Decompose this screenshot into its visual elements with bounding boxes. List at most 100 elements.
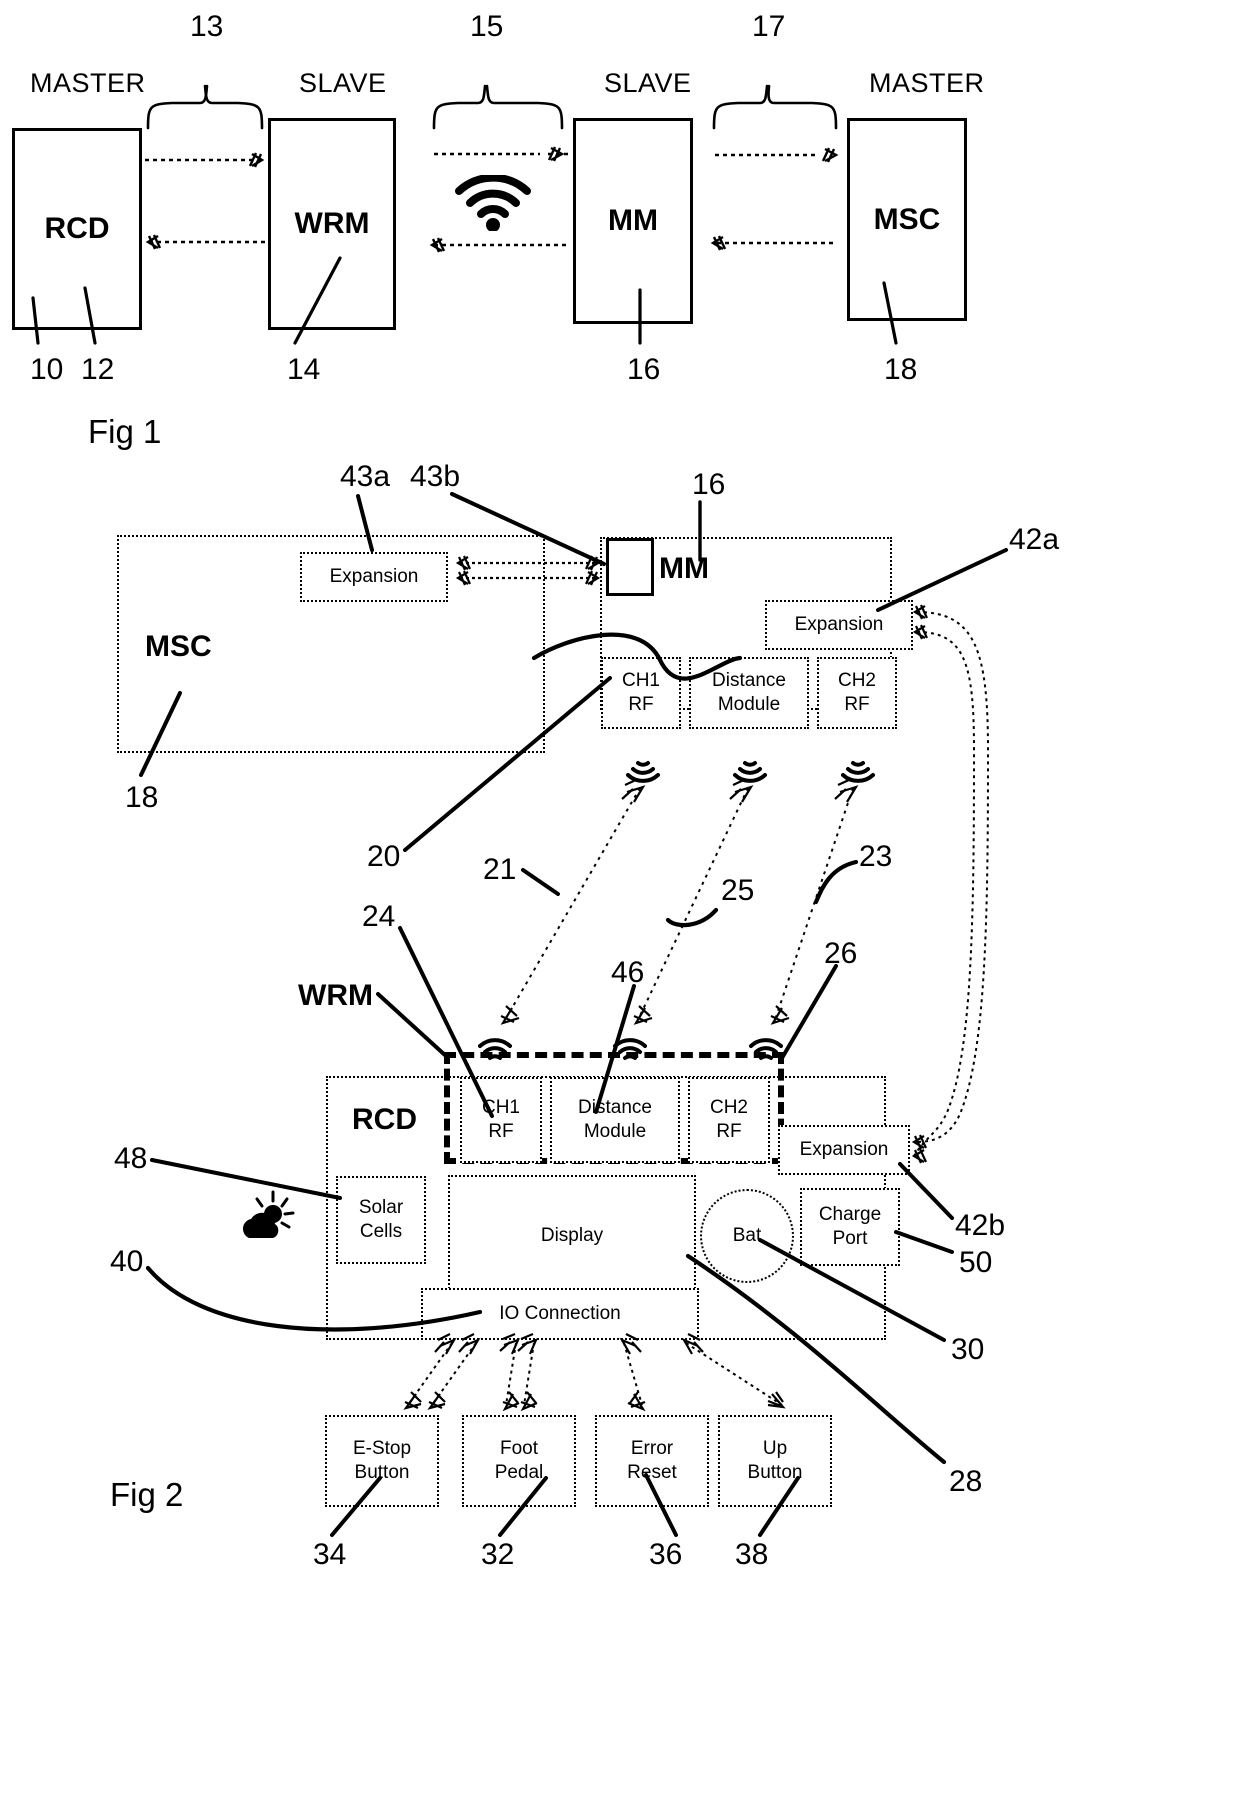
fig1-role-master-right: MASTER [869,68,985,98]
fig1-ref-12: 12 [81,353,115,386]
fig2-block-msc-label: MSC [145,630,212,663]
fig2-rcd-distance-line2: Module [583,1121,647,1142]
fig1-block-msc: MSC [847,118,967,321]
fig2-mm-ch1-rf-line2: RF [628,694,654,715]
fig2-mm-ch2-rf-line2: RF [844,694,870,715]
fig2-rcd-ch2-rf-line2: RF [716,1121,742,1142]
fig2-battery-label: Bat [732,1225,762,1247]
fig2-ref-24: 24 [362,900,396,933]
fig2-button-up-line2: Button [747,1462,803,1483]
fig1-ref-10: 10 [30,353,64,386]
fig2-ref-42b: 42b [955,1209,1006,1242]
fig2-mm-expansion-label: Expansion [794,614,884,636]
fig2-ref-16: 16 [692,468,726,501]
fig2-button-foot-pedal-label: Foot Pedal [495,1437,544,1485]
fig2-button-error-reset-label: Error Reset [627,1437,677,1485]
fig2-mm-ch1-rf-label: CH1 RF [622,669,660,717]
fig2-button-foot-line1: Foot [499,1438,538,1460]
fig2-button-up: Up Button [718,1415,832,1507]
fig2-block-wrm-label: WRM [298,979,373,1012]
fig2-solar-cells-label: Solar Cells [359,1196,403,1244]
fig2-mm-distance-line2: Module [717,694,781,715]
fig1-ref-14: 14 [287,353,321,386]
figure-2: 43a 43b 16 42a 44 18 MSC Expansion MM Ex… [0,450,1240,1818]
fig1-ref-18: 18 [884,353,918,386]
fig1-ref-13: 13 [190,10,224,43]
fig2-ref-43a: 43a [340,460,391,493]
fig2-ref-21: 21 [483,853,517,886]
fig2-rcd-ch1-rf-line2: RF [488,1121,514,1142]
fig2-rcd-expansion-label: Expansion [799,1139,889,1161]
fig2-charge-line1: Charge [818,1204,882,1226]
fig2-mm-ch2-rf: CH2 RF [817,657,897,729]
fig2-button-estop-line1: E-Stop [352,1438,412,1460]
fig2-ref-38: 38 [735,1538,769,1571]
fig2-button-error-line2: Reset [627,1462,677,1483]
fig2-mm-ch2-rf-line1: CH2 [837,670,876,692]
fig2-display: Display [448,1175,696,1297]
wifi-icon [626,757,660,788]
fig1-ref-15: 15 [470,10,504,43]
fig2-button-up-line1: Up [762,1438,788,1460]
fig2-ref-18: 18 [125,781,159,814]
fig2-mm-distance-module: Distance Module [689,657,809,729]
fig1-block-mm-label: MM [608,204,658,237]
fig2-msc-expansion-label: Expansion [329,566,419,588]
fig2-rcd-expansion: Expansion [778,1125,910,1175]
wifi-icon [733,757,767,788]
wifi-icon [841,757,875,788]
fig2-solar-cells: Solar Cells [336,1176,426,1264]
fig2-ref-20: 20 [367,840,401,873]
patent-drawing-sheet: MASTER SLAVE SLAVE MASTER 13 15 17 RCD W… [0,0,1240,1818]
fig2-rcd-distance-line1: Distance [578,1097,652,1119]
fig1-block-mm: MM [573,118,693,324]
fig1-role-slave-left: SLAVE [299,68,387,98]
fig2-mm-ch1-rf-line1: CH1 [621,670,660,692]
fig2-button-up-label: Up Button [748,1437,803,1485]
fig2-ref-28: 28 [949,1465,983,1498]
fig2-button-foot-line2: Pedal [494,1462,544,1483]
fig1-block-wrm: WRM [268,118,396,330]
fig2-ref-36: 36 [649,1538,683,1571]
fig2-button-estop-label: E-Stop Button [353,1437,411,1485]
fig2-charge-port-label: Charge Port [819,1203,881,1251]
fig2-rcd-ch1-rf-line1: CH1 [481,1097,520,1119]
fig2-battery: Bat [700,1189,794,1283]
fig2-mm-ch1-rf: CH1 RF [601,657,681,729]
fig2-solar-line2: Cells [359,1221,403,1242]
fig2-ref-43b: 43b [410,460,461,493]
fig2-block-mm-label: MM [659,552,709,585]
fig2-rcd-ch1-rf-label: CH1 RF [482,1096,520,1144]
fig1-block-msc-label: MSC [873,202,941,236]
fig2-ref-23: 23 [859,840,893,873]
wifi-icon [455,173,531,236]
fig2-rcd-ch1-rf: CH1 RF [460,1077,542,1163]
fig2-button-estop: E-Stop Button [325,1415,439,1507]
fig2-rcd-distance-module-label: Distance Module [578,1096,652,1144]
fig2-ref-26: 26 [824,937,858,970]
fig2-rcd-distance-module: Distance Module [550,1077,680,1163]
fig1-ref-16: 16 [627,353,661,386]
fig1-block-wrm-label: WRM [294,207,370,240]
fig1-block-rcd-label: RCD [44,212,110,245]
fig2-button-error-reset: Error Reset [595,1415,709,1507]
fig2-button-estop-line2: Button [354,1462,410,1483]
figure-1: MASTER SLAVE SLAVE MASTER 13 15 17 RCD W… [0,0,1240,450]
fig2-rcd-ch2-rf-line1: CH2 [709,1097,748,1119]
fig2-mm-expansion: Expansion [765,600,913,650]
fig2-ref-25: 25 [721,874,755,907]
fig2-ref-48: 48 [114,1142,148,1175]
fig1-role-slave-right: SLAVE [604,68,692,98]
fig2-ref-42a: 42a [1009,523,1060,556]
fig2-ref-40: 40 [110,1245,144,1278]
fig2-ref-32: 32 [481,1538,515,1571]
fig2-rcd-ch2-rf: CH2 RF [688,1077,770,1163]
figure-1-caption: Fig 1 [88,413,162,450]
fig2-solar-line1: Solar [358,1197,404,1219]
fig2-mm-distance-line1: Distance [712,670,786,692]
fig2-ref-34: 34 [313,1538,347,1571]
fig2-button-foot-pedal: Foot Pedal [462,1415,576,1507]
fig2-button-error-line1: Error [630,1438,674,1460]
fig2-charge-port: Charge Port [800,1188,900,1266]
fig2-mm-distance-module-label: Distance Module [712,669,786,717]
